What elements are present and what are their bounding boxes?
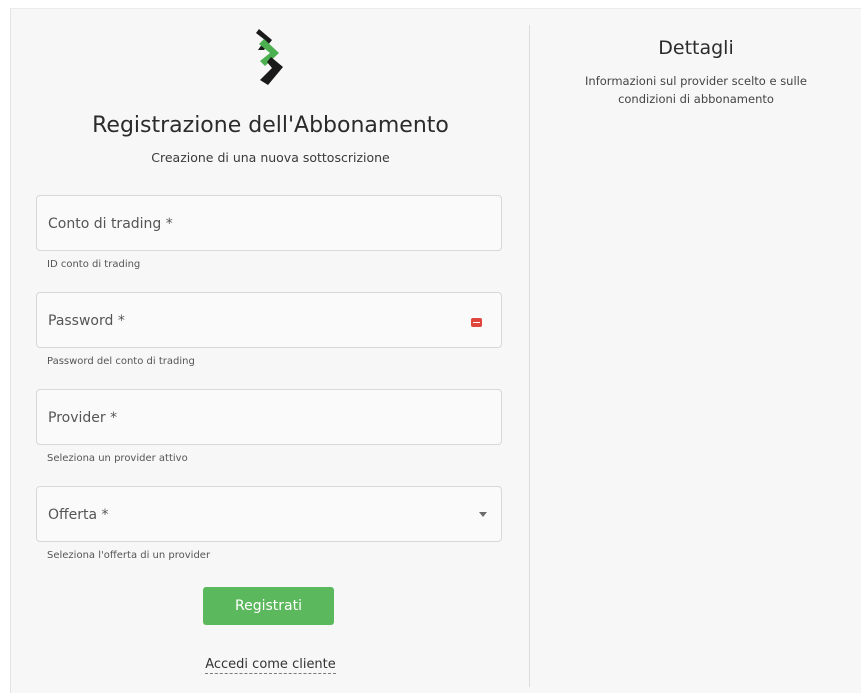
registration-panel: Registrazione dell'Abbonamento Creazione…	[11, 9, 530, 693]
login-as-client-link[interactable]: Accedi come cliente	[205, 657, 336, 674]
password-helper: Password del conto di trading	[47, 356, 195, 367]
provider-field[interactable]: Provider *	[36, 389, 502, 445]
offer-select[interactable]: Offerta *	[36, 486, 502, 542]
password-label: Password *	[48, 313, 125, 329]
trading-account-helper: ID conto di trading	[47, 259, 141, 270]
chevron-down-icon[interactable]	[479, 512, 487, 517]
page-title: Registrazione dell'Abbonamento	[92, 113, 449, 138]
provider-helper: Seleziona un provider attivo	[47, 453, 188, 464]
register-button[interactable]: Registrati	[203, 587, 334, 625]
details-description: Informazioni sul provider scelto e sulle…	[585, 74, 807, 106]
password-field[interactable]: Password *	[36, 292, 502, 348]
brand-logo-icon	[256, 29, 283, 85]
offer-helper: Seleziona l'offerta di un provider	[47, 550, 211, 561]
details-panel: Dettagli Informazioni sul provider scelt…	[530, 9, 861, 693]
trading-account-field[interactable]: Conto di trading *	[36, 195, 502, 251]
details-title: Dettagli	[658, 37, 734, 59]
password-keyboard-icon[interactable]	[471, 318, 482, 327]
offer-label: Offerta *	[48, 507, 109, 523]
provider-label: Provider *	[48, 410, 118, 426]
registration-card: Registrazione dell'Abbonamento Creazione…	[10, 8, 861, 693]
trading-account-label: Conto di trading *	[48, 216, 173, 232]
login-as-client-container: Accedi come cliente	[11, 656, 530, 674]
page-subtitle: Creazione di una nuova sottoscrizione	[151, 150, 390, 165]
